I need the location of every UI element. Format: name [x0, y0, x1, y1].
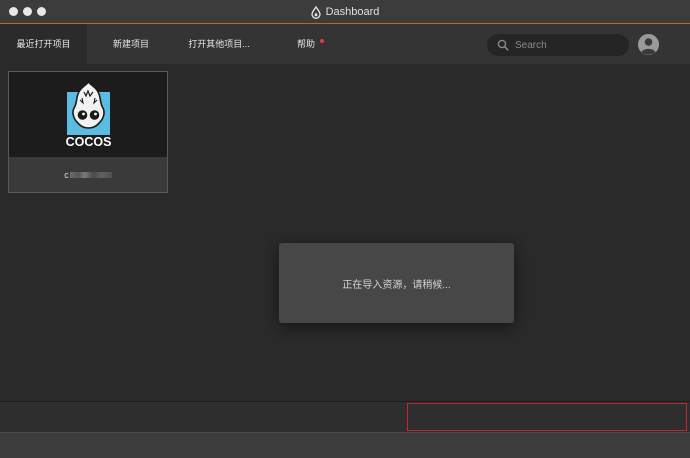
search-box[interactable]	[487, 34, 629, 56]
tab-recent-projects-label: 最近打开项目	[16, 39, 71, 49]
help-notification-dot	[320, 39, 324, 43]
top-nav: 最近打开项目 新建项目 打开其他项目... 帮助	[0, 24, 690, 64]
tab-new-project-label: 新建项目	[112, 39, 149, 49]
title-bar: Dashboard	[0, 0, 690, 24]
project-name-obscured	[69, 171, 112, 178]
tab-recent-projects[interactable]: 最近打开项目	[0, 24, 87, 64]
project-name: c	[64, 169, 69, 180]
project-thumbnail: COCOS	[9, 72, 167, 157]
tab-open-other-project[interactable]: 打开其他项目...	[178, 24, 260, 64]
project-card[interactable]: COCOS c	[8, 71, 168, 193]
tab-help[interactable]: 帮助	[284, 24, 328, 64]
highlight-annotation-box	[407, 403, 687, 431]
tab-new-project[interactable]: 新建项目	[97, 24, 165, 64]
user-avatar-icon[interactable]	[638, 34, 659, 55]
window-title-group: Dashboard	[0, 0, 690, 24]
status-bar	[0, 432, 690, 458]
cocos-logo-icon: COCOS	[65, 80, 112, 153]
project-name-row: c	[9, 157, 167, 192]
window-title: Dashboard	[325, 6, 380, 18]
loading-message: 正在导入资源，请稍候...	[342, 279, 451, 291]
cocos-drop-icon	[310, 5, 321, 19]
tab-open-other-project-label: 打开其他项目...	[188, 39, 250, 49]
loading-dialog: 正在导入资源，请稍候...	[279, 243, 514, 323]
search-input[interactable]	[515, 34, 619, 56]
svg-text:COCOS: COCOS	[66, 135, 112, 148]
dashboard-window: Dashboard 最近打开项目 新建项目 打开其他项目... 帮助 Searc…	[0, 0, 690, 458]
tab-help-label: 帮助	[296, 39, 315, 49]
